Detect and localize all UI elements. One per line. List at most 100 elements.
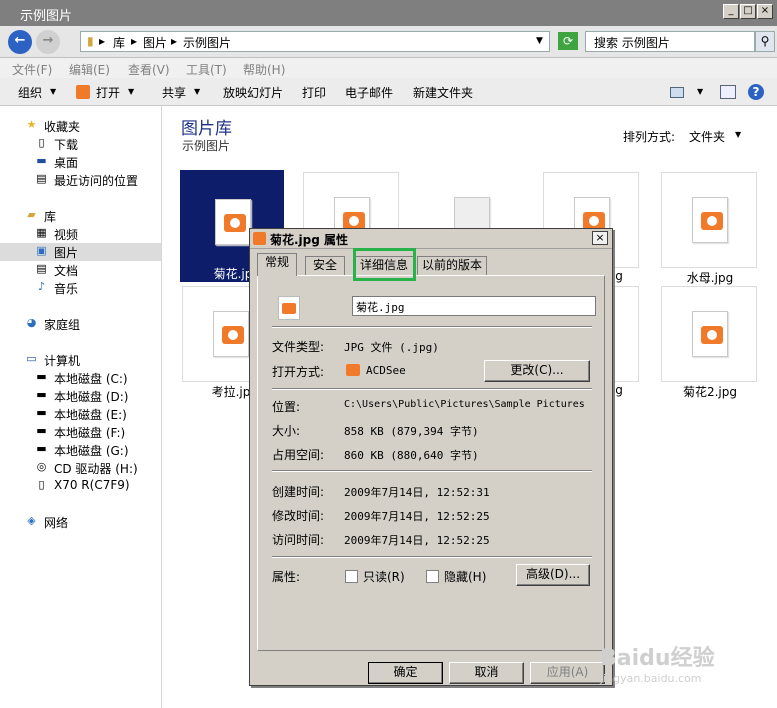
nav-downloads[interactable]: ▯ 下载 <box>34 135 154 153</box>
hidden-label[interactable]: 隐藏(H) <box>444 568 486 585</box>
email-button[interactable]: 电子邮件 <box>345 84 393 101</box>
nav-removable-drive[interactable]: ▯ X70 R(C7F9) <box>34 477 159 495</box>
created-label: 创建时间: <box>272 485 325 499</box>
organize-button[interactable]: 组织 <box>18 84 42 101</box>
ok-button[interactable]: 确定 <box>368 662 443 684</box>
image-file-icon <box>692 311 728 357</box>
menu-edit[interactable]: 编辑(E) <box>69 61 110 78</box>
menu-tools[interactable]: 工具(T) <box>186 61 227 78</box>
folder-icon: ▮ <box>87 34 94 48</box>
file-thumbnail-jellyfish[interactable]: 水母.jpg <box>661 172 757 285</box>
nav-cd-drive[interactable]: ◎ CD 驱动器 (H:) <box>34 459 159 477</box>
file-thumbnail-chrysanthemum2[interactable]: 菊花2.jpg <box>661 286 757 399</box>
search-icon[interactable]: ⚲ <box>755 31 775 52</box>
back-button[interactable]: ← <box>8 30 32 54</box>
readonly-label[interactable]: 只读(R) <box>363 568 405 585</box>
sort-dropdown[interactable]: 文件夹 <box>689 128 725 145</box>
slideshow-button[interactable]: 放映幻灯片 <box>223 84 283 101</box>
close-window-button[interactable]: × <box>757 4 773 19</box>
change-button[interactable]: 更改(C)... <box>484 360 590 382</box>
size-label: 大小: <box>272 424 301 438</box>
cancel-button[interactable]: 取消 <box>449 662 524 684</box>
nav-label: 本地磁盘 (G:) <box>54 444 129 458</box>
address-bar-area: ← → ▮ ▸ 库 ▸ 图片 ▸ 示例图片 ▼ ⟳ 搜索 示例图片 ⚲ <box>0 26 777 58</box>
dialog-close-button[interactable]: × <box>592 231 608 245</box>
nav-pictures[interactable]: ▣ 图片 <box>0 243 161 261</box>
new-folder-button[interactable]: 新建文件夹 <box>413 84 473 101</box>
tab-previous-versions[interactable]: 以前的版本 <box>417 256 487 275</box>
menu-view[interactable]: 查看(V) <box>128 61 170 78</box>
nav-libraries[interactable]: ▰ 库 <box>24 207 154 225</box>
forward-button[interactable]: → <box>36 30 60 54</box>
nav-network[interactable]: ◈ 网络 <box>24 513 154 531</box>
location-value: C:\Users\Public\Pictures\Sample Pictures <box>344 399 585 410</box>
command-bar: 组织 ▼ 打开 ▼ 共享 ▼ 放映幻灯片 打印 电子邮件 新建文件夹 ▼ ? <box>0 78 777 106</box>
menu-help[interactable]: 帮助(H) <box>243 61 285 78</box>
nav-music[interactable]: ♪ 音乐 <box>34 279 154 297</box>
modified-value: 2009年7月14日, 12:52:25 <box>344 510 490 523</box>
nav-computer[interactable]: ▭ 计算机 <box>24 351 154 369</box>
drive-icon: ▬ <box>36 424 47 437</box>
tab-security[interactable]: 安全 <box>305 256 345 275</box>
nav-drive-g[interactable]: ▬ 本地磁盘 (G:) <box>34 441 159 459</box>
breadcrumb-sample-pictures[interactable]: 示例图片 <box>183 34 231 51</box>
chevron-down-icon[interactable]: ▼ <box>697 87 703 96</box>
address-input[interactable]: ▮ ▸ 库 ▸ 图片 ▸ 示例图片 ▼ <box>80 31 550 52</box>
help-icon[interactable]: ? <box>748 84 764 100</box>
tab-general[interactable]: 常规 <box>257 253 297 276</box>
nav-drive-d[interactable]: ▬ 本地磁盘 (D:) <box>34 387 159 405</box>
nav-documents[interactable]: ▤ 文档 <box>34 261 154 279</box>
nav-recent[interactable]: ▤ 最近访问的位置 <box>34 171 159 189</box>
drive-icon: ▬ <box>36 370 47 383</box>
print-button[interactable]: 打印 <box>302 84 326 101</box>
nav-label: 桌面 <box>54 156 79 170</box>
hidden-checkbox[interactable] <box>426 570 439 583</box>
music-icon: ♪ <box>37 280 46 293</box>
divider <box>272 326 592 328</box>
open-button[interactable]: 打开 <box>96 84 120 101</box>
disk-size-label: 占用空间: <box>272 448 325 462</box>
advanced-button[interactable]: 高级(D)... <box>516 564 590 586</box>
breadcrumb-separator: ▸ <box>171 34 178 48</box>
share-button[interactable]: 共享 <box>162 84 186 101</box>
nav-label: 最近访问的位置 <box>54 174 139 188</box>
window-title: 示例图片 <box>20 9 73 24</box>
preview-pane-icon[interactable] <box>720 85 736 99</box>
nav-drive-e[interactable]: ▬ 本地磁盘 (E:) <box>34 405 159 423</box>
view-options-icon[interactable] <box>670 87 684 98</box>
star-icon: ★ <box>26 118 37 131</box>
breadcrumb-pictures[interactable]: 图片 <box>143 34 167 51</box>
chevron-down-icon[interactable]: ▼ <box>536 36 543 46</box>
nav-favorites[interactable]: ★ 收藏夹 <box>24 117 154 135</box>
nav-label: 网络 <box>44 516 69 530</box>
modified-label: 修改时间: <box>272 509 325 523</box>
nav-label: 音乐 <box>54 282 79 296</box>
breadcrumb-library[interactable]: 库 <box>113 34 125 51</box>
acdsee-icon <box>76 85 90 99</box>
download-folder-icon: ▯ <box>38 136 45 149</box>
readonly-checkbox[interactable] <box>345 570 358 583</box>
camera-icon <box>701 326 723 344</box>
minimize-button[interactable]: _ <box>723 4 739 19</box>
menu-file[interactable]: 文件(F) <box>12 61 52 78</box>
nav-videos[interactable]: ▦ 视频 <box>34 225 154 243</box>
chevron-down-icon[interactable]: ▼ <box>735 130 741 139</box>
nav-drive-f[interactable]: ▬ 本地磁盘 (F:) <box>34 423 159 441</box>
apply-button[interactable]: 应用(A) <box>530 662 605 684</box>
search-placeholder: 搜索 示例图片 <box>594 36 670 50</box>
recent-places-icon: ▤ <box>36 172 47 185</box>
accessed-label: 访问时间: <box>272 533 325 547</box>
filename-input[interactable]: 菊花.jpg <box>352 296 596 316</box>
search-input[interactable]: 搜索 示例图片 <box>585 31 755 52</box>
nav-drive-c[interactable]: ▬ 本地磁盘 (C:) <box>34 369 159 387</box>
maximize-button[interactable]: □ <box>740 4 756 19</box>
watermark-logo: Baidu经验 <box>600 646 715 671</box>
drive-icon: ▬ <box>36 388 47 401</box>
refresh-icon[interactable]: ⟳ <box>558 32 578 50</box>
nav-label: 本地磁盘 (F:) <box>54 426 126 440</box>
nav-desktop[interactable]: ▬ 桌面 <box>34 153 154 171</box>
open-with-value: ACDSee <box>366 364 406 377</box>
divider <box>272 470 592 472</box>
image-file-icon <box>213 311 249 357</box>
nav-homegroup[interactable]: ◕ 家庭组 <box>24 315 154 333</box>
